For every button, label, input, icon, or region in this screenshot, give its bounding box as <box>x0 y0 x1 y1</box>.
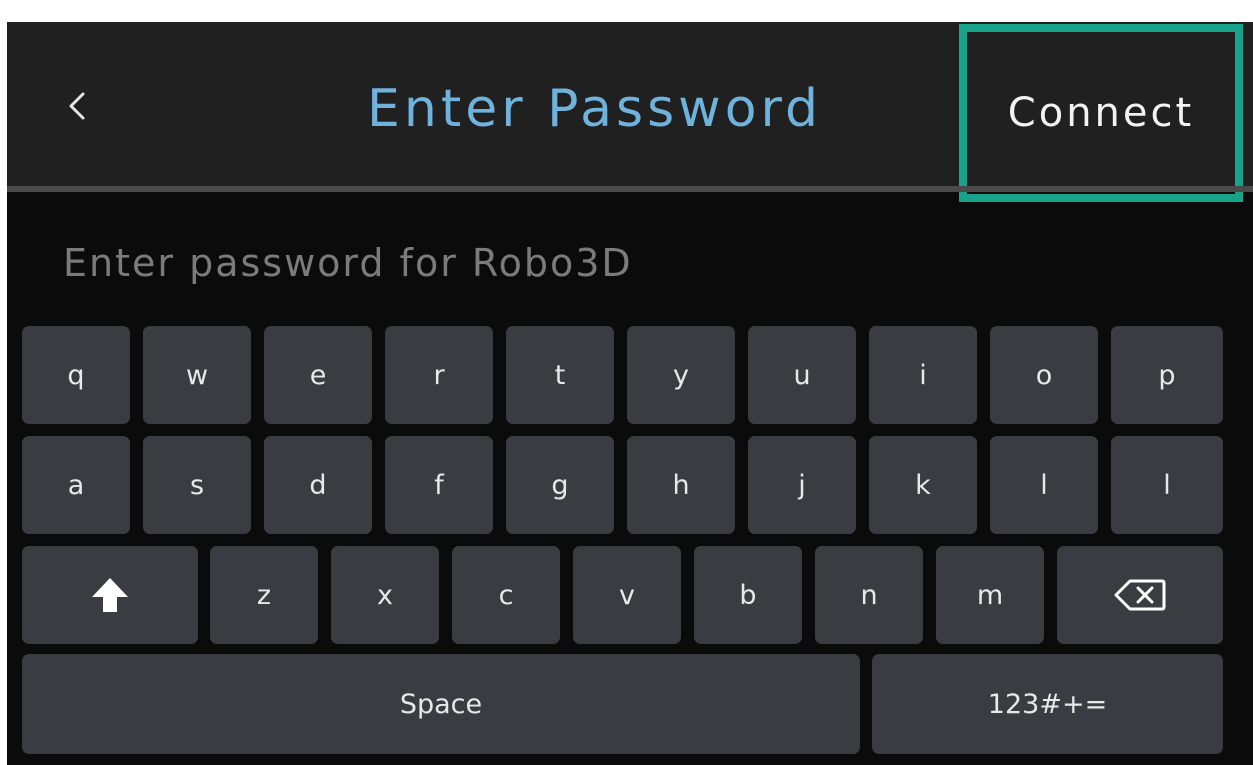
key-label: k <box>915 469 931 501</box>
key-m[interactable]: m <box>936 546 1044 644</box>
key-o[interactable]: o <box>990 326 1098 424</box>
key-label: y <box>673 359 689 391</box>
page-title: Enter Password <box>367 79 822 139</box>
key-l[interactable]: l <box>990 436 1098 534</box>
key-w[interactable]: w <box>143 326 251 424</box>
key-g[interactable]: g <box>506 436 614 534</box>
key-label: i <box>919 359 927 391</box>
key-p[interactable]: p <box>1111 326 1223 424</box>
key-label: s <box>189 469 205 501</box>
key-s[interactable]: s <box>143 436 251 534</box>
key-label: n <box>860 579 878 611</box>
key-z[interactable]: z <box>210 546 318 644</box>
key-d[interactable]: d <box>264 436 372 534</box>
key-label: c <box>498 579 514 611</box>
key-label: v <box>619 579 635 611</box>
key-v[interactable]: v <box>573 546 681 644</box>
key-label: j <box>798 469 806 501</box>
key-h[interactable]: h <box>627 436 735 534</box>
key-label: o <box>1035 359 1053 391</box>
key-t[interactable]: t <box>506 326 614 424</box>
key-label: l <box>1040 469 1048 501</box>
key-label: x <box>377 579 393 611</box>
header-divider <box>7 186 1253 192</box>
key-k[interactable]: k <box>869 436 977 534</box>
key-label: a <box>67 469 85 501</box>
key-label: u <box>793 359 811 391</box>
header-bar: Enter Password Connect <box>7 22 1253 202</box>
space-key[interactable]: Space <box>22 654 860 754</box>
key-label: z <box>256 579 272 611</box>
chevron-left-icon <box>69 92 85 120</box>
key-y[interactable]: y <box>627 326 735 424</box>
key-label: b <box>739 579 757 611</box>
key-label: t <box>554 359 566 391</box>
key-c[interactable]: c <box>452 546 560 644</box>
key-b[interactable]: b <box>694 546 802 644</box>
symbols-label: 123#+= <box>987 688 1108 720</box>
key-n[interactable]: n <box>815 546 923 644</box>
backspace-icon <box>1114 579 1166 611</box>
key-e[interactable]: e <box>264 326 372 424</box>
password-input[interactable]: Enter password for Robo3D <box>63 234 883 292</box>
space-label: Space <box>399 688 483 720</box>
key-label: g <box>551 469 569 501</box>
key-f[interactable]: f <box>385 436 493 534</box>
shift-arrow-icon <box>92 578 128 612</box>
key-label: d <box>309 469 327 501</box>
key-l-alt[interactable]: l <box>1111 436 1223 534</box>
key-label: q <box>67 359 85 391</box>
key-label: f <box>434 469 444 501</box>
key-label: h <box>672 469 690 501</box>
key-i[interactable]: i <box>869 326 977 424</box>
key-label: e <box>309 359 327 391</box>
key-label: r <box>433 359 445 391</box>
key-a[interactable]: a <box>22 436 130 534</box>
key-label: p <box>1158 359 1176 391</box>
key-label: m <box>976 579 1004 611</box>
key-u[interactable]: u <box>748 326 856 424</box>
symbols-key[interactable]: 123#+= <box>872 654 1223 754</box>
shift-key[interactable] <box>22 546 198 644</box>
key-q[interactable]: q <box>22 326 130 424</box>
password-screen: Enter Password Connect Enter password fo… <box>7 22 1253 765</box>
back-button[interactable] <box>47 70 107 142</box>
backspace-key[interactable] <box>1057 546 1223 644</box>
connect-button[interactable]: Connect <box>959 24 1243 202</box>
key-label: l <box>1163 469 1171 501</box>
key-x[interactable]: x <box>331 546 439 644</box>
key-label: w <box>185 359 209 391</box>
key-r[interactable]: r <box>385 326 493 424</box>
key-j[interactable]: j <box>748 436 856 534</box>
